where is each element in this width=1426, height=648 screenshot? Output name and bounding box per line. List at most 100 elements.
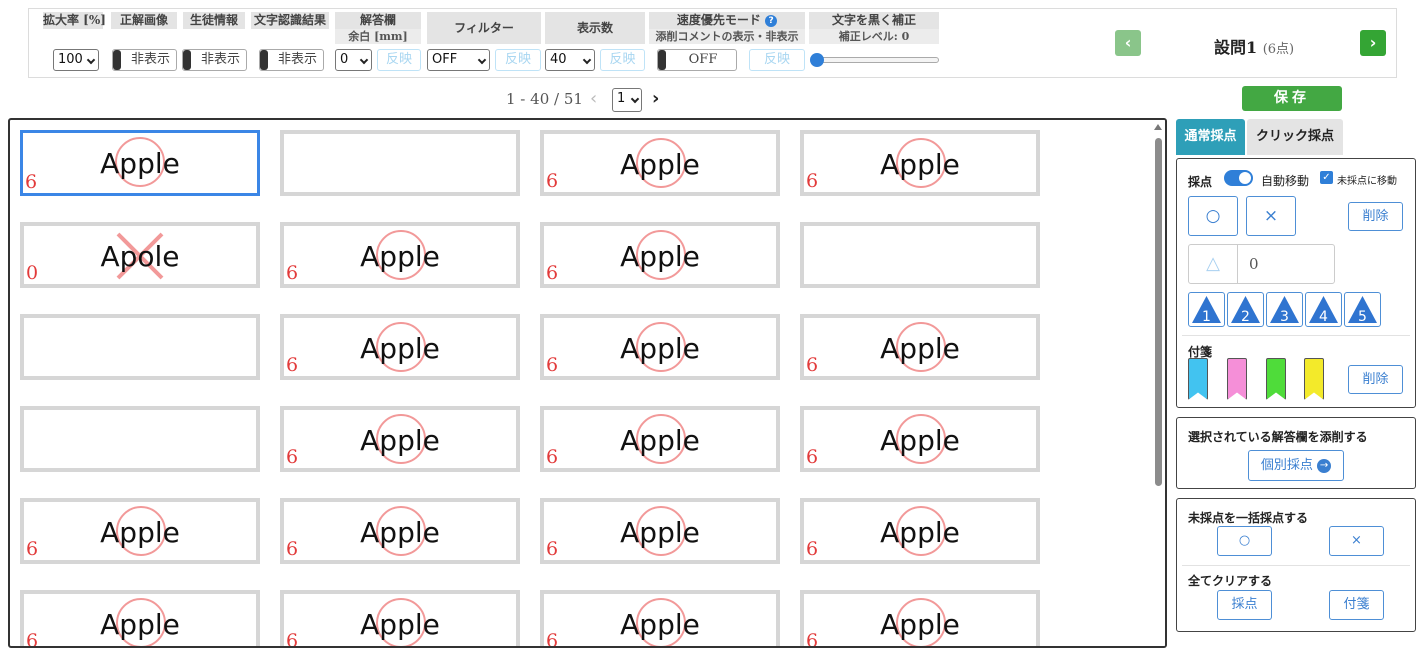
score-label: 6 <box>806 354 819 376</box>
page-select[interactable]: 1 <box>612 88 642 112</box>
partial-symbol[interactable]: △ <box>1189 245 1238 283</box>
answer-image-column: 正解画像 <box>111 12 177 29</box>
margin-apply-button[interactable]: 反映 <box>377 49 421 71</box>
student-info-toggle[interactable]: 非表示 <box>182 49 247 71</box>
score-label: 6 <box>806 538 819 560</box>
answer-cell[interactable] <box>20 406 260 472</box>
partial-number: 3 <box>1280 309 1289 325</box>
chevron-down-icon <box>86 55 96 65</box>
move-unscored-checkbox[interactable]: ✓ <box>1320 171 1333 184</box>
answer-cell[interactable]: Apple 6 <box>280 222 520 288</box>
display-count-header: 表示数 <box>545 12 645 44</box>
clear-sticky-button[interactable]: 付箋 <box>1329 590 1384 620</box>
answer-cell[interactable]: Apple 6 <box>540 406 780 472</box>
score-label: 6 <box>806 630 819 648</box>
speed-mode-toggle[interactable]: OFF <box>657 49 737 71</box>
answer-cell[interactable]: Apple 6 <box>800 314 1040 380</box>
pager-prev-icon[interactable]: ‹ <box>590 88 597 109</box>
sticky-label: 付箋 <box>1188 345 1213 359</box>
scroll-up-icon[interactable] <box>1154 124 1162 130</box>
partial-score-button-5[interactable]: 5 <box>1344 292 1381 327</box>
answer-cell[interactable]: Apple 6 <box>540 222 780 288</box>
tab-normal-scoring[interactable]: 通常採点 <box>1176 119 1245 155</box>
help-icon[interactable]: ? <box>765 15 778 27</box>
answer-cell[interactable]: Apple 6 <box>280 314 520 380</box>
answer-cell[interactable] <box>800 222 1040 288</box>
correction-slider-handle[interactable] <box>810 53 824 67</box>
toggle-knob <box>260 50 268 70</box>
wrong-button[interactable]: × <box>1246 196 1296 236</box>
answer-image-toggle[interactable]: 非表示 <box>112 49 177 71</box>
grid-scrollbar[interactable] <box>1151 120 1165 646</box>
question-points: (6点) <box>1262 42 1295 57</box>
delete-score-button[interactable]: 削除 <box>1348 202 1403 231</box>
answer-cell[interactable]: Apple 6 <box>280 406 520 472</box>
pager-next-icon[interactable]: › <box>652 88 659 109</box>
filter-select[interactable]: OFF <box>427 49 490 71</box>
partial-score-button-4[interactable]: 4 <box>1305 292 1342 327</box>
zoom-value: 100 <box>58 52 83 67</box>
answer-text: Apple <box>100 516 180 549</box>
filter-column: フィルター <box>427 12 541 44</box>
chevron-down-icon <box>359 55 369 65</box>
margin-select[interactable]: 0 <box>335 49 372 71</box>
individual-scoring-button[interactable]: 個別採点 → <box>1248 450 1344 481</box>
chevron-down-icon <box>582 55 592 65</box>
filter-apply-button[interactable]: 反映 <box>495 49 541 71</box>
ocr-header: 文字認識結果 <box>251 12 329 29</box>
display-count-value: 40 <box>550 52 567 67</box>
answer-cell[interactable]: Apole 0 <box>20 222 260 288</box>
zoom-select[interactable]: 100 <box>53 49 99 71</box>
answer-text: Apole <box>100 240 180 273</box>
answer-cell[interactable]: Apple 6 <box>20 130 260 196</box>
move-unscored-label: 未採点に移動 <box>1337 176 1397 187</box>
answer-cell[interactable]: Apple 6 <box>540 130 780 196</box>
answer-cell[interactable]: Apple 6 <box>800 406 1040 472</box>
answer-cell[interactable] <box>280 130 520 196</box>
next-question-button[interactable]: › <box>1360 30 1386 56</box>
partial-score-button-1[interactable]: 1 <box>1188 292 1225 327</box>
tab-click-scoring[interactable]: クリック採点 <box>1247 119 1343 155</box>
correction-slider[interactable] <box>813 57 939 63</box>
bulk-wrong-button[interactable]: × <box>1329 526 1384 556</box>
answer-text: Apple <box>360 240 440 273</box>
partial-score-input[interactable]: 0 <box>1249 245 1259 283</box>
partial-score-button-3[interactable]: 3 <box>1266 292 1303 327</box>
delete-sticky-button[interactable]: 削除 <box>1348 365 1403 394</box>
answer-cell[interactable]: Apple 6 <box>20 498 260 564</box>
save-button[interactable]: 保存 <box>1242 86 1342 111</box>
speed-mode-column: 速度優先モード ? 添削コメントの表示・非表示 <box>649 12 805 44</box>
speed-mode-header: 速度優先モード ? <box>649 12 805 29</box>
answer-cell[interactable]: Apple 6 <box>800 498 1040 564</box>
score-label: 6 <box>26 630 39 648</box>
answer-cell[interactable] <box>20 314 260 380</box>
display-count-apply-button[interactable]: 反映 <box>600 49 645 71</box>
ocr-toggle[interactable]: 非表示 <box>259 49 324 71</box>
clear-score-button[interactable]: 採点 <box>1217 590 1272 620</box>
auto-move-switch[interactable] <box>1224 170 1253 186</box>
answer-cell[interactable]: Apple 6 <box>800 130 1040 196</box>
page-value: 1 <box>617 91 626 106</box>
score-label: 6 <box>806 446 819 468</box>
answer-cell[interactable]: Apple 6 <box>540 314 780 380</box>
answer-cell[interactable]: Apple 6 <box>800 590 1040 648</box>
speed-mode-apply-button[interactable]: 反映 <box>749 49 805 71</box>
answer-text: Apple <box>100 608 180 641</box>
triangle-icon: 4 <box>1309 296 1338 325</box>
answer-text: Apple <box>620 424 700 457</box>
partial-score-button-2[interactable]: 2 <box>1227 292 1264 327</box>
correct-button[interactable]: ○ <box>1188 196 1238 236</box>
bulk-correct-button[interactable]: ○ <box>1217 526 1272 556</box>
score-label: 6 <box>286 630 299 648</box>
divider <box>1182 565 1410 566</box>
toggle-knob <box>658 50 666 70</box>
prev-question-button[interactable]: ‹ <box>1115 30 1141 56</box>
speed-mode-sub: 添削コメントの表示・非表示 <box>649 29 805 44</box>
answer-cell[interactable]: Apple 6 <box>280 590 520 648</box>
answer-cell[interactable]: Apple 6 <box>540 590 780 646</box>
answer-cell[interactable]: Apple 6 <box>280 498 520 564</box>
answer-cell[interactable]: Apple 6 <box>540 498 780 564</box>
answer-cell[interactable]: Apple 6 <box>20 590 260 648</box>
scroll-thumb[interactable] <box>1155 138 1162 486</box>
display-count-select[interactable]: 40 <box>545 49 595 71</box>
